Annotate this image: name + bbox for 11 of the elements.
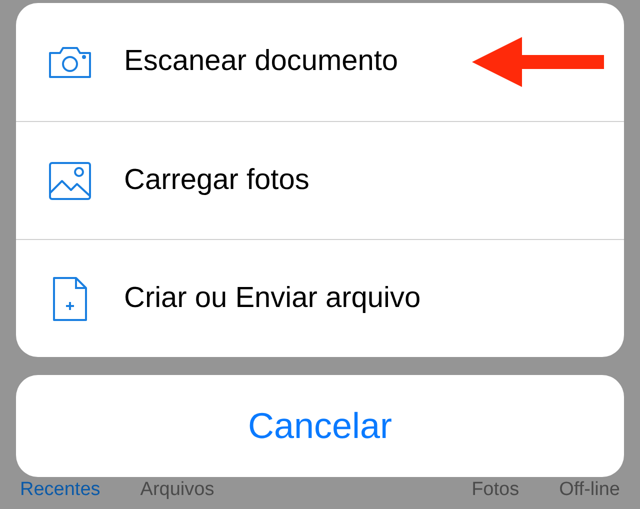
- tab-bar-item[interactable]: Recentes: [20, 479, 100, 501]
- tab-bar-item[interactable]: Arquivos: [140, 479, 214, 501]
- camera-icon: [47, 44, 93, 80]
- action-item[interactable]: Criar ou Enviar arquivo: [16, 240, 624, 357]
- image-icon: [48, 160, 92, 200]
- new-file-icon: [52, 276, 88, 322]
- cancel-button[interactable]: Cancelar: [16, 375, 624, 477]
- action-item[interactable]: Carregar fotos: [16, 122, 624, 239]
- tab-bar-item[interactable]: Fotos: [472, 479, 520, 501]
- action-item[interactable]: Escanear documento: [16, 3, 472, 121]
- tab-bar-item[interactable]: Off-line: [559, 479, 620, 501]
